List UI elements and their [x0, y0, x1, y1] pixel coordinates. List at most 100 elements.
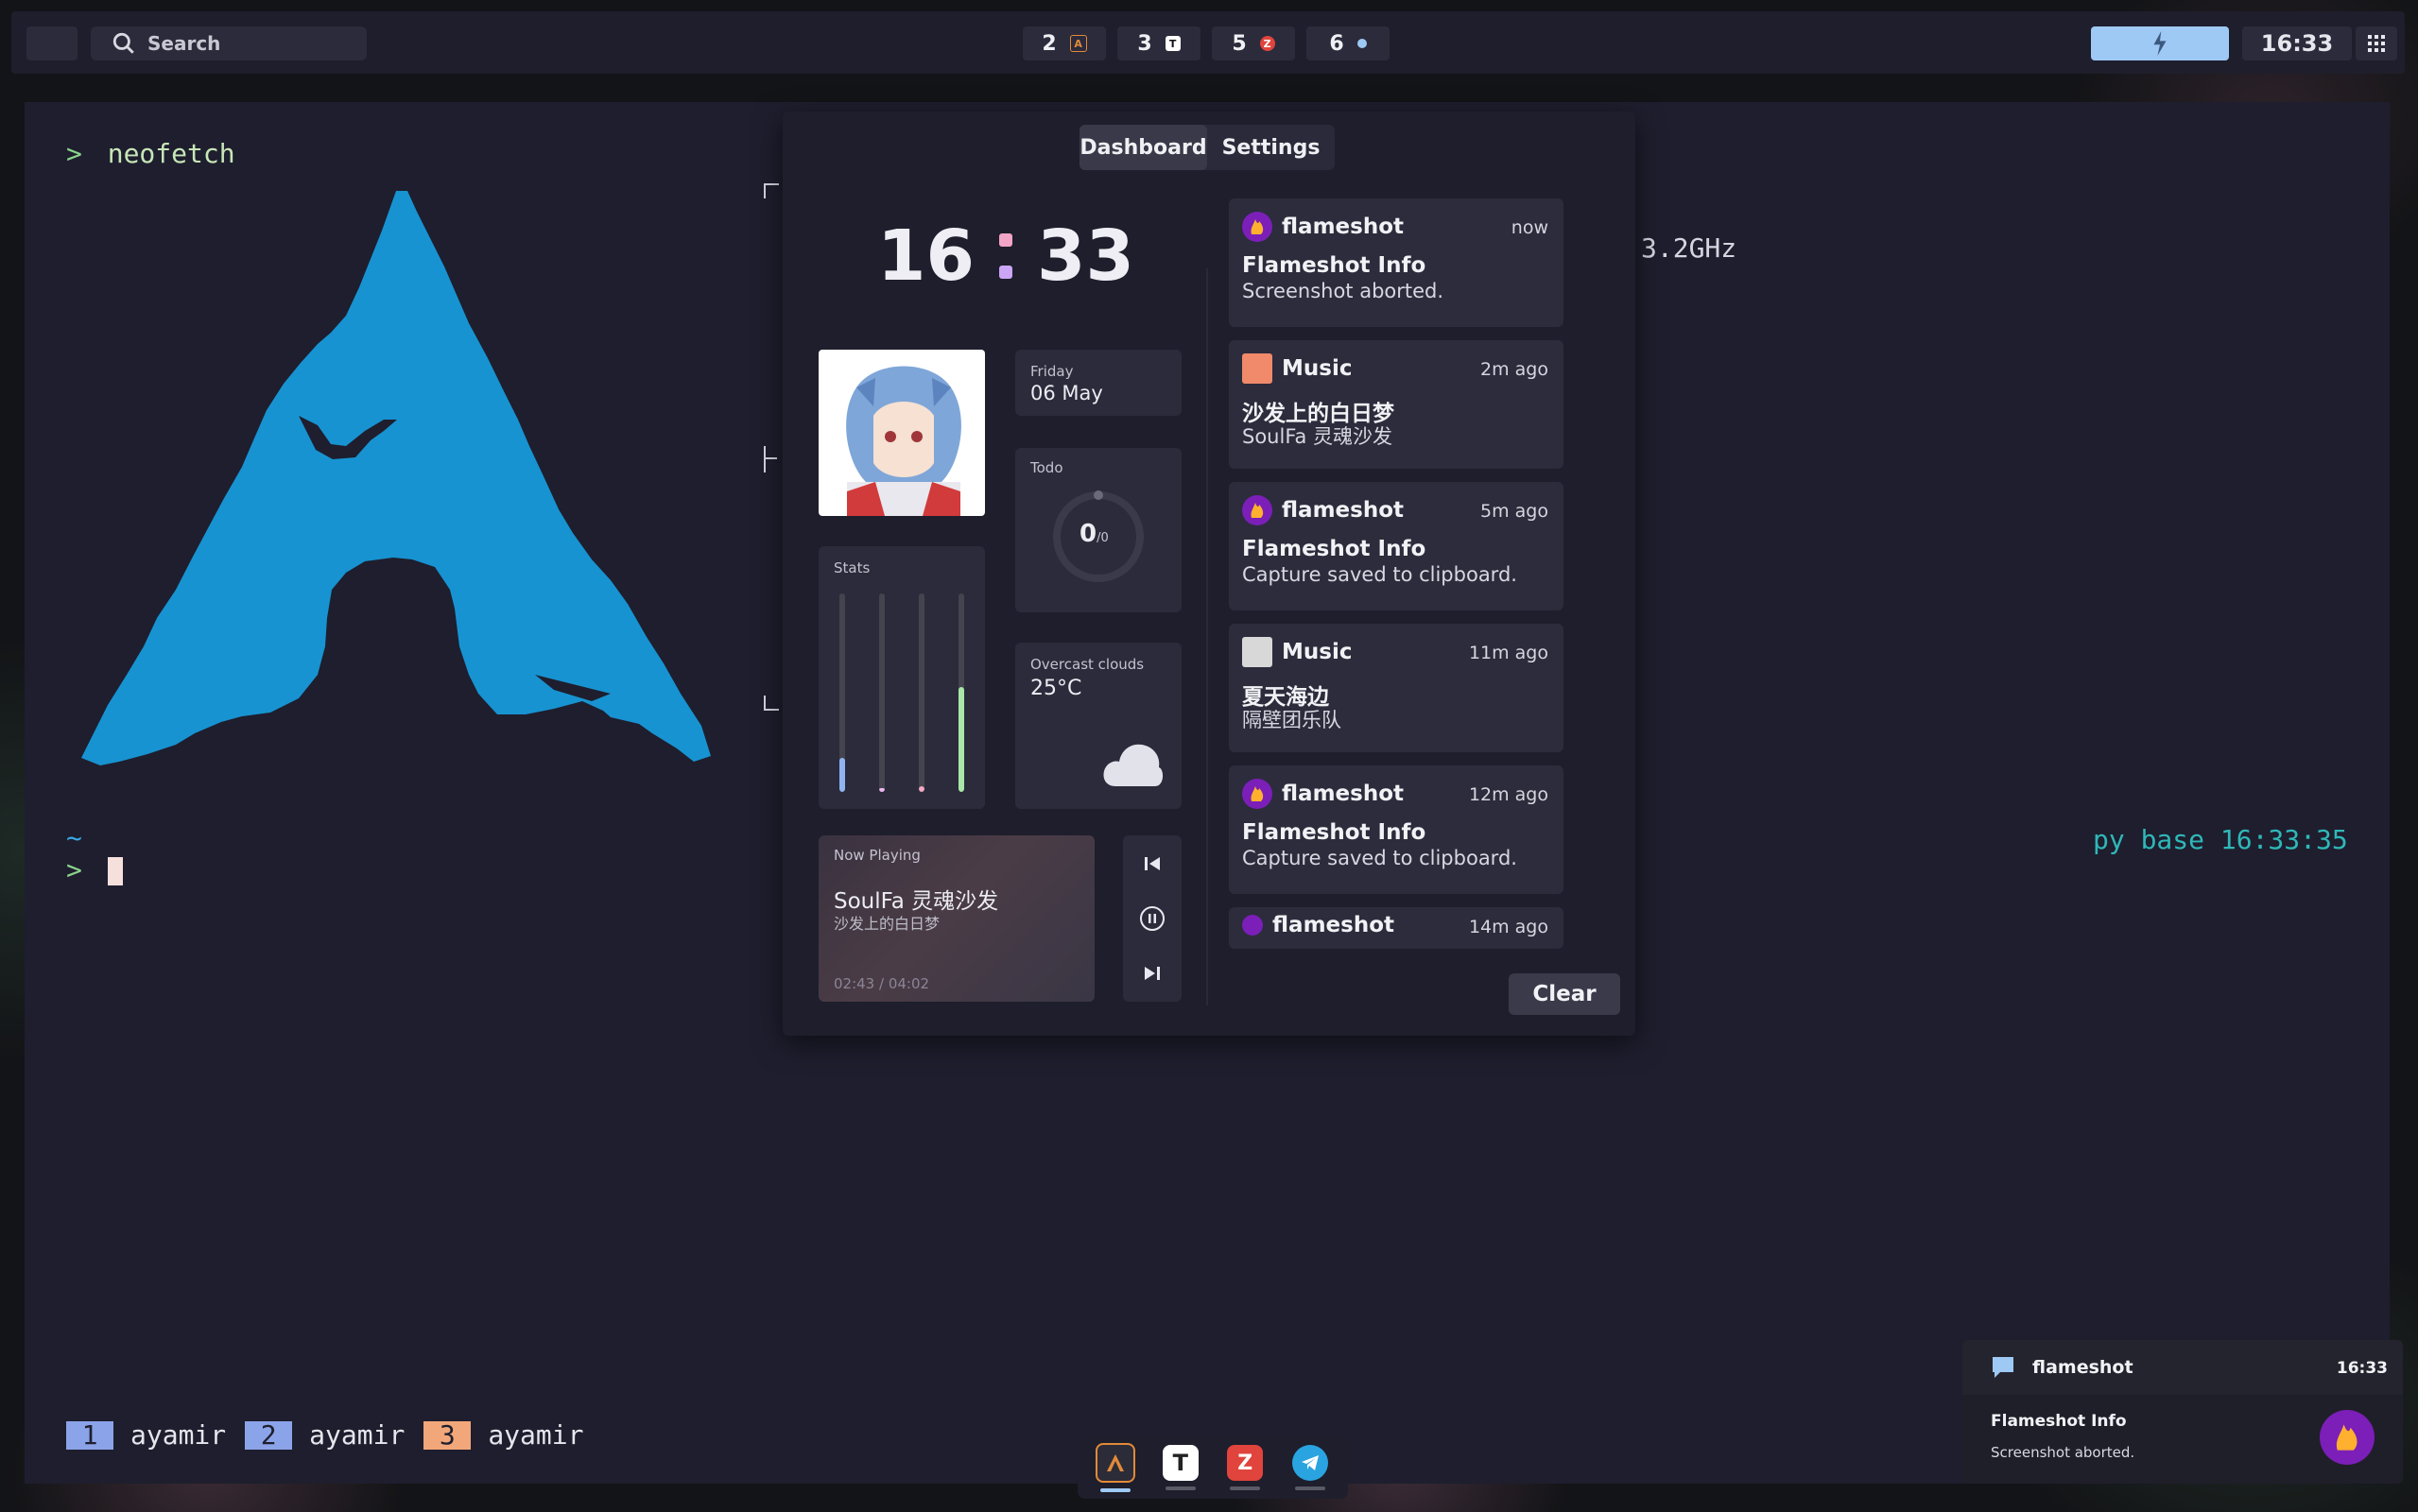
- next-icon[interactable]: [1143, 964, 1162, 983]
- dock: T Z: [1078, 1436, 1348, 1499]
- dock-app-alacritty[interactable]: [1093, 1439, 1138, 1496]
- notification-item[interactable]: flameshot 14m ago: [1229, 907, 1563, 949]
- cloud-icon: [1103, 744, 1164, 786]
- top-bar: Search 2 A 3 T 5 Z 6 16:33: [11, 11, 2405, 74]
- stats-bar: [959, 593, 964, 792]
- stats-bar-fill: [959, 687, 964, 792]
- todo-label: Todo: [1030, 459, 1063, 476]
- date-card: Friday 06 May: [1015, 350, 1182, 416]
- workspace-switcher: 2 A 3 T 5 Z 6: [1023, 26, 1390, 60]
- cursor: [107, 857, 123, 885]
- zotero-icon: Z: [1227, 1445, 1264, 1481]
- stats-card: Stats: [819, 546, 985, 809]
- typora-icon: T: [1165, 36, 1181, 51]
- cwd-line: ~: [66, 822, 82, 853]
- todo-card[interactable]: Todo 0/0: [1015, 448, 1182, 612]
- tmux-window-3[interactable]: 3: [423, 1419, 472, 1451]
- neofetch-cpu: 3.2GHz: [1641, 232, 1737, 264]
- alacritty-icon: [1096, 1443, 1136, 1483]
- previous-icon[interactable]: [1143, 854, 1162, 873]
- topbar-clock[interactable]: 16:33: [2242, 26, 2352, 60]
- telegram-icon: [1291, 1445, 1328, 1481]
- toast-title: Flameshot Info: [1991, 1412, 2127, 1431]
- tmux-status: 1 ayamir 2 ayamir 3 ayamir: [66, 1419, 602, 1451]
- music-cover-icon: [1242, 353, 1272, 384]
- workspace-5[interactable]: 5 Z: [1212, 26, 1295, 60]
- apps-grid-button[interactable]: [2356, 26, 2397, 60]
- dock-app-typora[interactable]: T: [1158, 1439, 1203, 1496]
- typora-icon: T: [1162, 1445, 1199, 1481]
- stats-bar-fill: [919, 786, 924, 792]
- workspace-2[interactable]: 2 A: [1023, 26, 1106, 60]
- toast-time: 16:33: [2336, 1359, 2388, 1378]
- notification-item[interactable]: flameshot 5m ago Flameshot Info Capture …: [1229, 482, 1563, 610]
- tmux-window-2[interactable]: 2: [245, 1419, 293, 1451]
- command-line: > neofetch: [66, 138, 235, 169]
- stats-bar: [879, 593, 885, 792]
- alacritty-icon: A: [1069, 35, 1087, 52]
- right-prompt: py base 16:33:35: [2093, 824, 2348, 855]
- stats-bar-fill: [879, 788, 885, 792]
- lightning-icon: [2153, 31, 2167, 56]
- chat-icon: [1993, 1357, 2013, 1378]
- pause-icon[interactable]: [1139, 905, 1166, 932]
- search-placeholder: Search: [147, 32, 221, 55]
- tab-settings[interactable]: Settings: [1207, 125, 1335, 170]
- bracket-bottom: [764, 696, 779, 711]
- now-playing-card[interactable]: Now Playing SoulFa 灵魂沙发 沙发上的白日梦 02:43 / …: [819, 835, 1095, 1002]
- zotero-icon: Z: [1259, 36, 1275, 51]
- dock-app-zotero[interactable]: Z: [1222, 1439, 1268, 1496]
- notification-item[interactable]: Music 11m ago 夏天海边 隔壁团乐队: [1229, 624, 1563, 752]
- track-subtitle: 沙发上的白日梦: [834, 915, 941, 933]
- input-line[interactable]: >: [66, 854, 123, 885]
- apps-grid-icon: [2368, 35, 2385, 52]
- flameshot-icon: [1242, 495, 1272, 525]
- weather-card: Overcast clouds 25°C: [1015, 643, 1182, 809]
- toast-body: Screenshot aborted.: [1991, 1444, 2135, 1461]
- flameshot-icon: [1242, 779, 1272, 809]
- tab-dashboard[interactable]: Dashboard: [1079, 125, 1207, 170]
- workspace-3[interactable]: 3 T: [1117, 26, 1200, 60]
- search-icon: [112, 32, 134, 54]
- stats-bar: [839, 593, 845, 792]
- dashboard-panel: Dashboard Settings 16 33 Friday 06 May T…: [783, 112, 1635, 1036]
- stats-bar-fill: [839, 758, 845, 792]
- launcher-button[interactable]: [26, 26, 78, 60]
- command-text: neofetch: [107, 138, 235, 169]
- workspace-6[interactable]: 6: [1306, 26, 1390, 60]
- notification-toast[interactable]: flameshot 16:33 Flameshot Info Screensho…: [1962, 1340, 2403, 1484]
- clock-minutes: 33: [1036, 215, 1134, 297]
- dashboard-tabs: Dashboard Settings: [1079, 125, 1335, 170]
- notification-item[interactable]: Music 2m ago 沙发上的白日梦 SoulFa 灵魂沙发: [1229, 340, 1563, 469]
- bracket-middle-tick: [764, 457, 777, 459]
- bracket-top: [764, 183, 779, 198]
- media-controls: [1123, 835, 1182, 1002]
- dock-app-telegram[interactable]: [1287, 1439, 1333, 1496]
- date-day: 06 May: [1030, 382, 1103, 404]
- toast-app: flameshot: [2032, 1357, 2133, 1378]
- track-title: SoulFa 灵魂沙发: [834, 889, 999, 914]
- arch-logo: [81, 191, 711, 765]
- track-progress: 02:43 / 04:02: [834, 975, 930, 992]
- flameshot-icon: [1242, 212, 1272, 242]
- weather-condition: Overcast clouds: [1030, 656, 1145, 673]
- music-cover-icon: [1242, 637, 1272, 667]
- dashboard-clock: 16 33: [877, 215, 1134, 297]
- panel-divider: [1206, 268, 1208, 1005]
- battery-indicator[interactable]: [2091, 26, 2229, 60]
- date-weekday: Friday: [1030, 363, 1074, 380]
- notification-item[interactable]: flameshot now Flameshot Info Screenshot …: [1229, 198, 1563, 327]
- stats-bar: [919, 593, 924, 792]
- settings-dot-icon: [1356, 39, 1367, 48]
- search-box[interactable]: Search: [91, 26, 367, 60]
- todo-count: 0/0: [1079, 520, 1109, 548]
- clear-notifications-button[interactable]: Clear: [1509, 973, 1620, 1015]
- stats-label: Stats: [834, 559, 871, 576]
- notification-item[interactable]: flameshot 12m ago Flameshot Info Capture…: [1229, 765, 1563, 894]
- now-playing-label: Now Playing: [834, 847, 921, 864]
- clock-colon: [998, 233, 1012, 279]
- bracket-middle: [764, 446, 779, 472]
- avatar: [819, 350, 985, 516]
- tmux-window-1[interactable]: 1: [66, 1419, 113, 1451]
- flameshot-icon: [1242, 915, 1263, 936]
